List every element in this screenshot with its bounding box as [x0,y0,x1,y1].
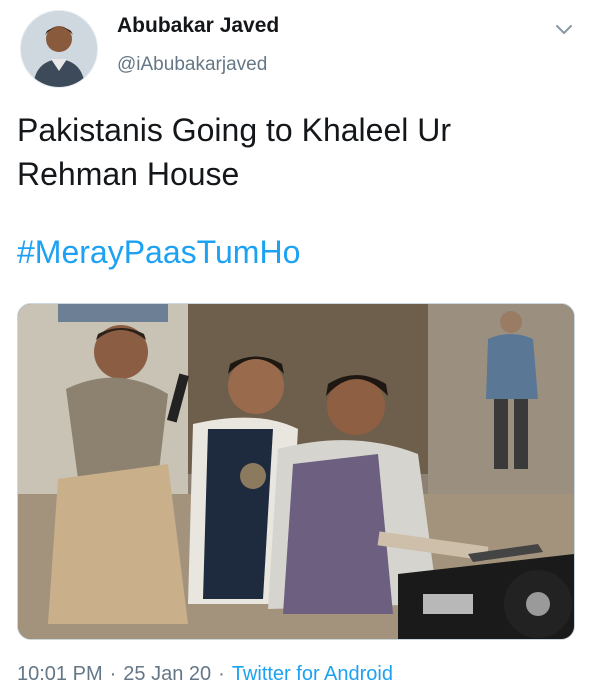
tweet-date[interactable]: 25 Jan 20 [123,663,211,685]
tweet-time[interactable]: 10:01 PM [17,663,103,685]
meta-separator: · [109,663,117,685]
tweet-meta: 10:01 PM · 25 Jan 20 · Twitter for Android [17,663,393,686]
profile-photo-icon [21,11,97,87]
tweet-card: Abubakar Javed @iAbubakarjaved Pakistani… [0,0,591,700]
tweet-text: Pakistanis Going to Khaleel Ur Rehman Ho… [17,112,451,192]
chevron-down-icon[interactable] [550,16,578,44]
meta-separator: · [218,663,225,685]
tweet-media[interactable] [17,303,575,640]
photo-three-men-on-motorcycle-icon [18,304,574,639]
tweet-source-link[interactable]: Twitter for Android [232,663,393,685]
author-name[interactable]: Abubakar Javed [117,14,279,38]
avatar[interactable] [20,10,98,88]
hashtag-link[interactable]: #MerayPaasTumHo [17,234,300,271]
author-handle[interactable]: @iAbubakarjaved [117,54,267,76]
